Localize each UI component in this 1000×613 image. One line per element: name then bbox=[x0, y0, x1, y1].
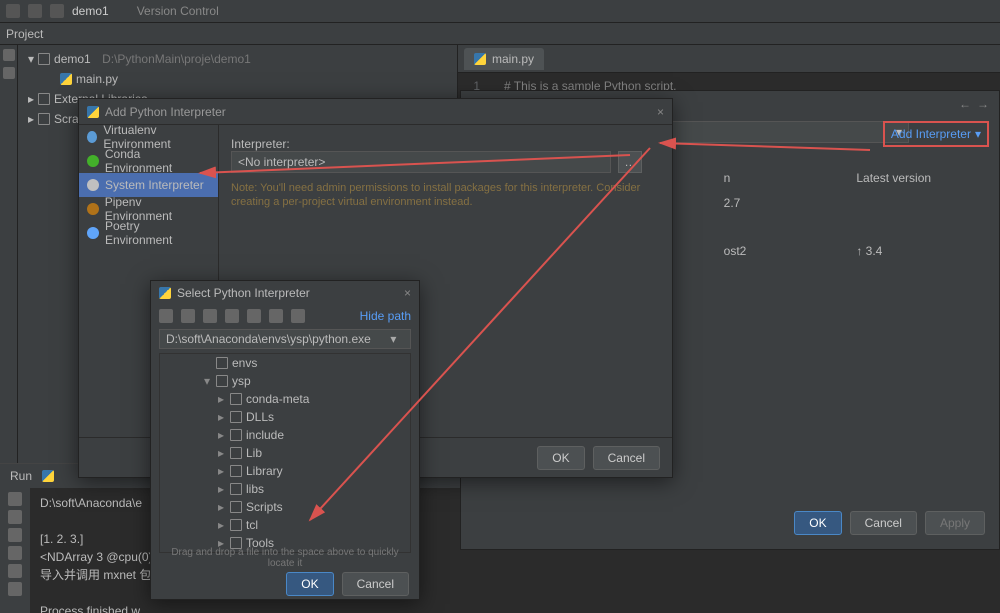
stop-icon[interactable] bbox=[8, 510, 22, 524]
run-tool-icon[interactable] bbox=[8, 528, 22, 542]
project-header: Project bbox=[0, 23, 1000, 45]
dialog-title: Add Python Interpreter bbox=[105, 105, 226, 119]
folder-icon bbox=[38, 53, 50, 65]
file-main-py[interactable]: main.py bbox=[76, 72, 118, 86]
python-icon bbox=[87, 106, 99, 118]
python-icon bbox=[159, 287, 171, 299]
path-field[interactable]: D:\soft\Anaconda\envs\ysp\python.exe▾ bbox=[159, 329, 411, 349]
folder-node[interactable]: envs bbox=[160, 354, 410, 372]
ok-button[interactable]: OK bbox=[286, 572, 333, 596]
python-icon bbox=[42, 470, 54, 482]
browse-button[interactable]: … bbox=[618, 151, 642, 173]
run-tool-icon[interactable] bbox=[8, 564, 22, 578]
project-label[interactable]: Project bbox=[6, 27, 43, 41]
interpreter-field[interactable]: <No interpreter> bbox=[231, 151, 611, 173]
project-icon[interactable] bbox=[203, 309, 217, 323]
root-path: D:\PythonMain\proje\demo1 bbox=[102, 52, 251, 66]
root-folder[interactable]: demo1 bbox=[54, 52, 91, 66]
output-line: Process finished w bbox=[40, 602, 450, 613]
run-tool-icon[interactable] bbox=[8, 546, 22, 560]
close-icon[interactable]: × bbox=[404, 286, 411, 300]
folder-node[interactable]: ▾ysp bbox=[160, 372, 410, 390]
dialog-title: Select Python Interpreter bbox=[177, 286, 310, 300]
cancel-button[interactable]: Cancel bbox=[593, 446, 660, 470]
folder-node[interactable]: ▸Lib bbox=[160, 444, 410, 462]
hide-path-link[interactable]: Hide path bbox=[360, 309, 411, 323]
interpreter-type-conda-environment[interactable]: Conda Environment bbox=[79, 149, 218, 173]
home-icon[interactable] bbox=[159, 309, 173, 323]
app-icon bbox=[6, 4, 20, 18]
folder-node[interactable]: ▸include bbox=[160, 426, 410, 444]
refresh-icon[interactable] bbox=[269, 309, 283, 323]
gutter-icon[interactable] bbox=[3, 49, 15, 61]
rerun-icon[interactable] bbox=[8, 492, 22, 506]
folder-node[interactable]: ▸conda-meta bbox=[160, 390, 410, 408]
folder-node[interactable]: ▸Library bbox=[160, 462, 410, 480]
drop-hint: Drag and drop a file into the space abov… bbox=[159, 547, 411, 569]
folder-node[interactable]: ▸Scripts bbox=[160, 498, 410, 516]
folder-node[interactable]: ▸libs bbox=[160, 480, 410, 498]
lib-icon bbox=[38, 93, 50, 105]
delete-icon[interactable] bbox=[247, 309, 261, 323]
nav-back-icon[interactable]: ← bbox=[959, 97, 971, 111]
apply-button: Apply bbox=[925, 511, 985, 535]
interpreter-type-system-interpreter[interactable]: System Interpreter bbox=[79, 173, 218, 197]
scratch-icon bbox=[38, 113, 50, 125]
run-tool-icon[interactable] bbox=[8, 582, 22, 596]
add-interpreter-link[interactable]: Add Interpreter▾ bbox=[883, 121, 989, 147]
ok-button[interactable]: OK bbox=[794, 511, 841, 535]
show-hidden-icon[interactable] bbox=[291, 309, 305, 323]
chevron-down-icon[interactable]: ▾ bbox=[377, 332, 410, 346]
toolbar-icon[interactable] bbox=[28, 4, 42, 18]
ok-button[interactable]: OK bbox=[537, 446, 584, 470]
file-tree[interactable]: envs▾ysp▸conda-meta▸DLLs▸include▸Lib▸Lib… bbox=[159, 353, 411, 553]
cancel-button[interactable]: Cancel bbox=[850, 511, 917, 535]
folder-node[interactable]: ▸tcl bbox=[160, 516, 410, 534]
cancel-button[interactable]: Cancel bbox=[342, 572, 409, 596]
folder-node[interactable]: ▸DLLs bbox=[160, 408, 410, 426]
file-toolbar: Hide path bbox=[151, 305, 419, 327]
python-icon bbox=[60, 73, 72, 85]
interpreter-type-virtualenv-environment[interactable]: Virtualenv Environment bbox=[79, 125, 218, 149]
interpreter-label: Interpreter: bbox=[231, 137, 299, 151]
python-icon bbox=[474, 53, 486, 65]
note-text: Note: You'll need admin permissions to i… bbox=[231, 181, 660, 209]
nav-fwd-icon[interactable]: → bbox=[977, 97, 989, 111]
interpreter-type-poetry-environment[interactable]: Poetry Environment bbox=[79, 221, 218, 245]
gutter-icon[interactable] bbox=[3, 67, 15, 79]
newfolder-icon[interactable] bbox=[225, 309, 239, 323]
editor-tab-main[interactable]: main.py bbox=[464, 48, 544, 70]
desktop-icon[interactable] bbox=[181, 309, 195, 323]
toolbar-icon[interactable] bbox=[50, 4, 64, 18]
select-interpreter-dialog: Select Python Interpreter × Hide path D:… bbox=[150, 280, 420, 600]
title-bar: demo1 Version Control bbox=[0, 0, 1000, 23]
project-name: demo1 bbox=[72, 4, 109, 18]
tab-label: main.py bbox=[492, 52, 534, 66]
editor-tabs: main.py bbox=[458, 45, 1000, 73]
run-toolbar bbox=[0, 488, 30, 613]
interpreter-type-pipenv-environment[interactable]: Pipenv Environment bbox=[79, 197, 218, 221]
run-label[interactable]: Run bbox=[10, 469, 32, 483]
vcs-tab[interactable]: Version Control bbox=[137, 4, 219, 18]
close-icon[interactable]: × bbox=[657, 105, 664, 119]
